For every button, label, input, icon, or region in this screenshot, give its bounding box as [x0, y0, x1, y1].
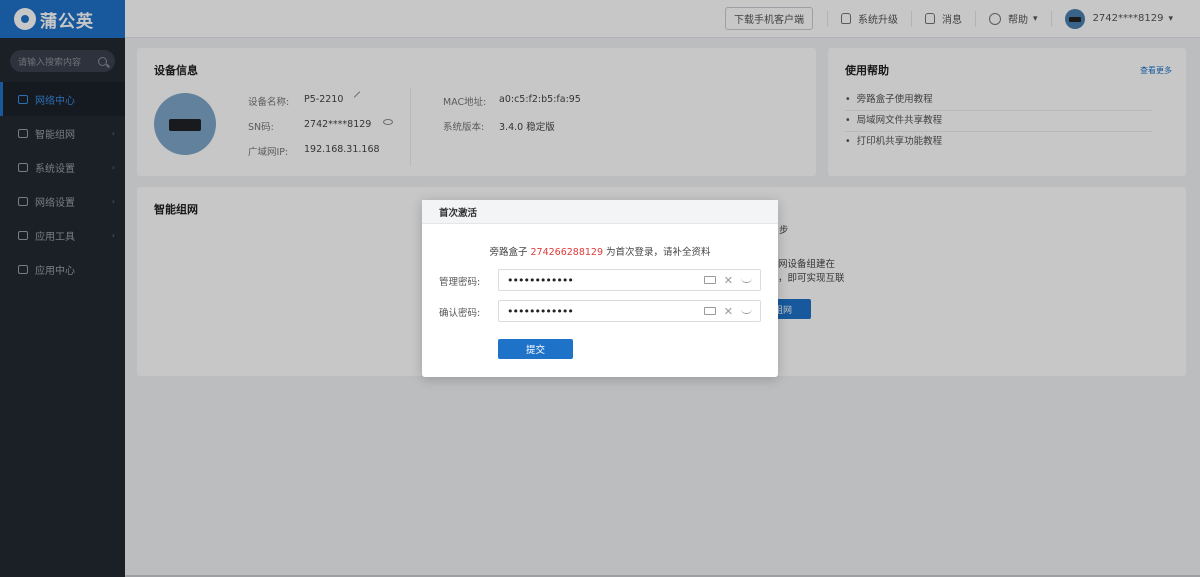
- eye-closed-icon[interactable]: [741, 278, 752, 283]
- admin-password-label: 管理密码:: [439, 277, 481, 288]
- dialog-title: 首次激活: [422, 200, 778, 224]
- eye-closed-icon[interactable]: [741, 309, 752, 314]
- device-sn-highlight: 274266288129: [530, 247, 604, 258]
- admin-password-value: ••••••••••••: [507, 273, 574, 287]
- submit-button[interactable]: 提交: [498, 339, 573, 359]
- clear-icon[interactable]: ✕: [724, 275, 733, 286]
- clear-icon[interactable]: ✕: [724, 306, 733, 317]
- keyboard-icon[interactable]: [703, 307, 716, 315]
- message-suffix: 为首次登录，请补全资料: [603, 247, 711, 258]
- dialog-message: 旁路盒子 274266288129 为首次登录，请补全资料: [422, 244, 778, 258]
- message-prefix: 旁路盒子: [489, 247, 531, 258]
- admin-password-field[interactable]: •••••••••••• ✕: [498, 269, 761, 291]
- confirm-password-value: ••••••••••••: [507, 304, 574, 318]
- confirm-password-label: 确认密码:: [439, 308, 481, 319]
- keyboard-icon[interactable]: [703, 276, 716, 284]
- first-activation-dialog: 首次激活 旁路盒子 274266288129 为首次登录，请补全资料 管理密码:…: [422, 200, 778, 377]
- confirm-password-field[interactable]: •••••••••••• ✕: [498, 300, 761, 322]
